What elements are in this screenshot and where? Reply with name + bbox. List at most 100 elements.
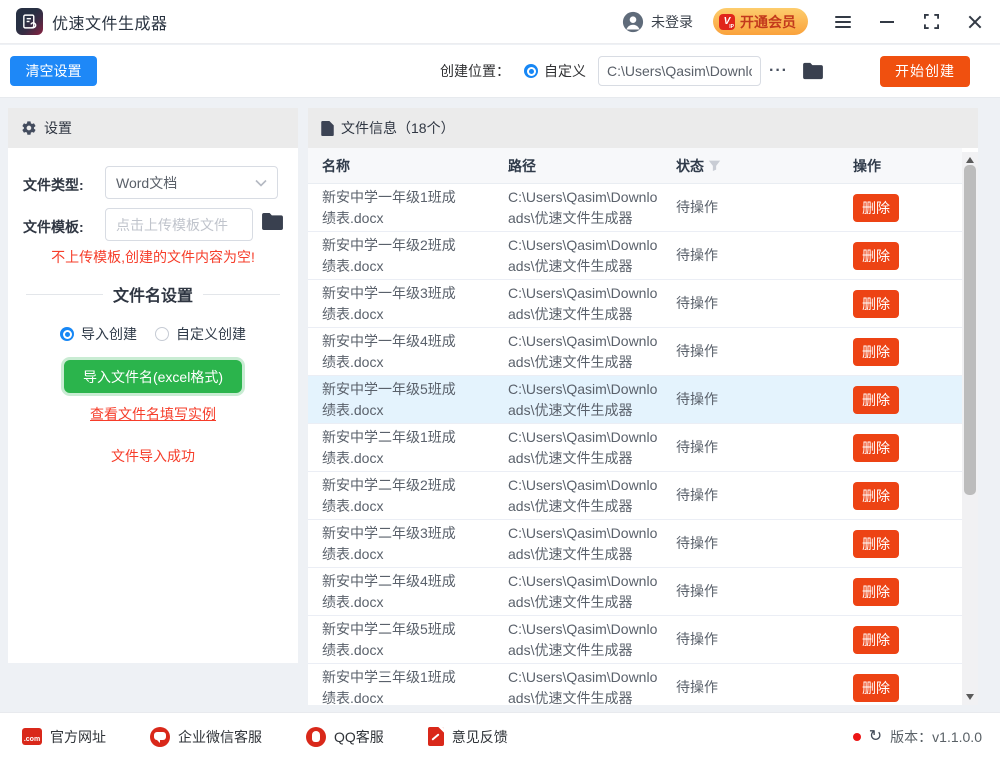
main-area: 设置 文件类型: Word文档 文件模板: 点击上传模板文件 不上传模板,创建的… — [0, 98, 1000, 712]
qq-service-link[interactable]: QQ客服 — [306, 726, 384, 747]
file-type-select[interactable]: Word文档 — [105, 166, 278, 199]
settings-panel-header: 设置 — [8, 108, 298, 148]
browse-ellipsis-button[interactable]: ··· — [769, 62, 788, 80]
delete-button[interactable]: 删除 — [853, 385, 899, 414]
file-name-cell: 新安中学二年级4班成绩表.docx — [322, 572, 456, 610]
create-location-label: 创建位置： — [440, 63, 511, 79]
import-success-text: 文件导入成功 — [111, 448, 195, 464]
file-name-cell: 新安中学一年级1班成绩表.docx — [322, 188, 456, 226]
table-row: 新安中学二年级2班成绩表.docx C:\Users\Qasim\Downloa… — [308, 472, 962, 520]
delete-button[interactable]: 删除 — [853, 481, 899, 510]
col-header-action: 操作 — [853, 157, 881, 174]
scrollbar — [962, 152, 978, 705]
file-path-cell: C:\Users\Qasim\Downloads\优速文件生成器 — [508, 572, 658, 610]
file-status-cell: 待操作 — [676, 247, 718, 263]
maximize-button[interactable] — [922, 13, 940, 31]
minimize-button[interactable] — [878, 13, 896, 31]
file-path-cell: C:\Users\Qasim\Downloads\优速文件生成器 — [508, 620, 658, 658]
app-logo-icon — [16, 8, 43, 35]
table-row: 新安中学一年级2班成绩表.docx C:\Users\Qasim\Downloa… — [308, 232, 962, 280]
clear-settings-button[interactable]: 清空设置 — [10, 56, 97, 86]
app-window: 优速文件生成器 未登录 V IP 开通会员 清空设置 创建位置： 自定义 C:\… — [0, 0, 1000, 760]
col-header-name: 名称 — [322, 157, 350, 174]
table-row: 新安中学一年级4班成绩表.docx C:\Users\Qasim\Downloa… — [308, 328, 962, 376]
refresh-icon[interactable]: ↻ — [869, 728, 882, 745]
file-path-cell: C:\Users\Qasim\Downloads\优速文件生成器 — [508, 284, 658, 322]
output-path-input[interactable] — [598, 56, 762, 86]
vip-upgrade-button[interactable]: V IP 开通会员 — [713, 8, 808, 35]
file-status-cell: 待操作 — [676, 439, 718, 455]
settings-panel-title: 设置 — [44, 120, 72, 136]
radio-custom-create[interactable]: 自定义创建 — [155, 324, 246, 344]
delete-button[interactable]: 删除 — [853, 529, 899, 558]
open-folder-icon[interactable] — [802, 62, 824, 80]
file-status-cell: 待操作 — [676, 391, 718, 407]
delete-button[interactable]: 删除 — [853, 433, 899, 462]
delete-button[interactable]: 删除 — [853, 289, 899, 318]
delete-button[interactable]: 删除 — [853, 241, 899, 270]
file-path-cell: C:\Users\Qasim\Downloads\优速文件生成器 — [508, 380, 658, 418]
table-row: 新安中学一年级5班成绩表.docx C:\Users\Qasim\Downloa… — [308, 376, 962, 424]
file-status-cell: 待操作 — [676, 679, 718, 695]
delete-button[interactable]: 删除 — [853, 673, 899, 702]
filename-example-link[interactable]: 查看文件名填写实例 — [90, 406, 216, 422]
scroll-up-arrow[interactable] — [966, 157, 974, 163]
chevron-down-icon — [255, 179, 267, 187]
delete-button[interactable]: 删除 — [853, 577, 899, 606]
file-status-cell: 待操作 — [676, 631, 718, 647]
file-status-cell: 待操作 — [676, 295, 718, 311]
vip-icon: V IP — [719, 13, 735, 30]
start-create-button[interactable]: 开始创建 — [880, 55, 970, 87]
file-name-cell: 新安中学一年级2班成绩表.docx — [322, 236, 456, 274]
import-filenames-button[interactable]: 导入文件名(excel格式) — [64, 360, 242, 393]
official-website-link[interactable]: .com 官方网址 — [22, 727, 106, 747]
scroll-down-arrow[interactable] — [966, 694, 974, 700]
file-name-cell: 新安中学二年级2班成绩表.docx — [322, 476, 456, 514]
settings-panel: 设置 文件类型: Word文档 文件模板: 点击上传模板文件 不上传模板,创建的… — [8, 108, 298, 663]
table-row: 新安中学二年级1班成绩表.docx C:\Users\Qasim\Downloa… — [308, 424, 962, 472]
template-upload-field[interactable]: 点击上传模板文件 — [105, 208, 253, 241]
template-label: 文件模板: — [23, 219, 84, 235]
filter-icon[interactable] — [708, 159, 721, 172]
radio-import-create[interactable]: 导入创建 — [60, 324, 137, 344]
document-icon — [321, 120, 334, 136]
file-type-label: 文件类型: — [23, 177, 84, 193]
login-status[interactable]: 未登录 — [651, 12, 693, 32]
template-folder-icon[interactable] — [261, 212, 284, 234]
menu-icon[interactable] — [834, 13, 852, 31]
file-name-cell: 新安中学一年级4班成绩表.docx — [322, 332, 456, 370]
close-button[interactable] — [966, 13, 984, 31]
version-text: 版本：v1.1.0.0 — [890, 728, 982, 745]
file-path-cell: C:\Users\Qasim\Downloads\优速文件生成器 — [508, 236, 658, 274]
custom-location-radio[interactable] — [524, 64, 539, 78]
wechat-service-link[interactable]: 企业微信客服 — [150, 726, 262, 747]
footer-bar: .com 官方网址 企业微信客服 QQ客服 意见反馈 ↻ 版本：v1.1.0.0 — [0, 712, 1000, 760]
filename-section-title: 文件名设置 — [8, 282, 298, 306]
scrollbar-thumb[interactable] — [964, 165, 976, 495]
delete-button[interactable]: 删除 — [853, 193, 899, 222]
template-warning-text: 不上传模板,创建的文件内容为空! — [51, 249, 255, 265]
file-name-cell: 新安中学一年级5班成绩表.docx — [322, 380, 456, 418]
file-name-cell: 新安中学二年级5班成绩表.docx — [322, 620, 456, 658]
gear-icon — [22, 121, 36, 135]
file-path-cell: C:\Users\Qasim\Downloads\优速文件生成器 — [508, 188, 658, 226]
delete-button[interactable]: 删除 — [853, 625, 899, 654]
file-info-header: 文件信息（18个） — [308, 108, 978, 148]
delete-button[interactable]: 删除 — [853, 337, 899, 366]
custom-location-radio-label[interactable]: 自定义 — [544, 61, 586, 81]
file-path-cell: C:\Users\Qasim\Downloads\优速文件生成器 — [508, 476, 658, 514]
website-icon: .com — [22, 728, 42, 745]
file-name-cell: 新安中学一年级3班成绩表.docx — [322, 284, 456, 322]
file-status-cell: 待操作 — [676, 583, 718, 599]
file-path-cell: C:\Users\Qasim\Downloads\优速文件生成器 — [508, 428, 658, 466]
file-path-cell: C:\Users\Qasim\Downloads\优速文件生成器 — [508, 524, 658, 562]
file-info-title: 文件信息（18个） — [341, 120, 455, 136]
user-avatar-icon[interactable] — [622, 11, 644, 33]
feedback-link[interactable]: 意见反馈 — [427, 727, 508, 747]
file-status-cell: 待操作 — [676, 199, 718, 215]
file-type-value: Word文档 — [116, 174, 178, 191]
table-row: 新安中学二年级3班成绩表.docx C:\Users\Qasim\Downloa… — [308, 520, 962, 568]
table-header-row: 名称 路径 状态 操作 — [308, 148, 962, 184]
col-header-status: 状态 — [676, 156, 853, 176]
table-row: 新安中学一年级1班成绩表.docx C:\Users\Qasim\Downloa… — [308, 184, 962, 232]
